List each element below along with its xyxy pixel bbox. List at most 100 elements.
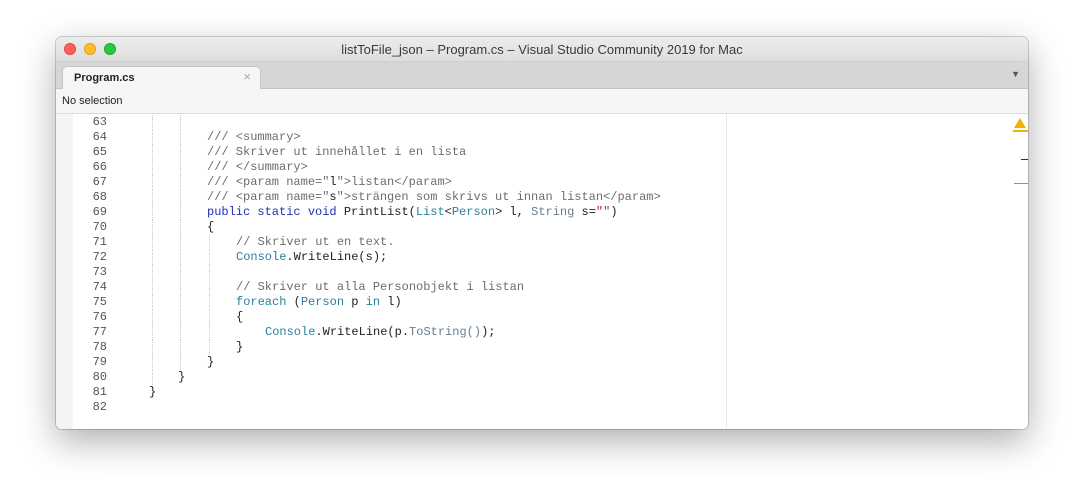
code-line[interactable]: 77 Console.WriteLine(p.ToString()); <box>73 325 726 340</box>
code-token: List <box>415 205 445 219</box>
code-line[interactable]: 69 public static void PrintList(List<Pers… <box>73 205 726 220</box>
code-text: } <box>207 355 214 370</box>
code-token: Console <box>265 325 316 339</box>
indent-guide <box>180 310 181 325</box>
code-text: public static void PrintList(List<Person… <box>207 205 618 220</box>
code-token: ) <box>610 205 618 219</box>
indent-guide <box>152 340 153 355</box>
indent-guide <box>152 235 153 250</box>
code-token: > l, <box>495 205 532 219</box>
code-text: Console.WriteLine(p.ToString()); <box>265 325 495 340</box>
indent-guide <box>180 235 181 250</box>
indent-guide <box>180 175 181 190</box>
warning-icon[interactable] <box>1014 118 1026 128</box>
code-line[interactable]: 65 /// Skriver ut innehållet i en lista <box>73 145 726 160</box>
indent-guide <box>180 280 181 295</box>
code-text: foreach (Person p in l) <box>236 295 402 310</box>
indent-guide <box>180 355 181 370</box>
code-token: } <box>149 385 157 399</box>
code-text: { <box>207 220 214 235</box>
code-line[interactable]: 75 foreach (Person p in l) <box>73 295 726 310</box>
path-bar[interactable]: No selection <box>56 89 1028 114</box>
code-token: s= <box>574 205 596 219</box>
indent-guide <box>209 325 210 340</box>
overview-caret-marker <box>1014 183 1028 184</box>
code-line[interactable]: 70 { <box>73 220 726 235</box>
editor-margin <box>56 114 73 429</box>
code-token: foreach <box>236 295 287 309</box>
tab-program-cs[interactable]: Program.cs × <box>62 66 261 89</box>
line-number: 73 <box>92 265 107 279</box>
indent-guide <box>180 250 181 265</box>
line-number: 69 <box>92 205 107 219</box>
indent-guide <box>152 370 153 385</box>
code-line[interactable]: 66 /// </summary> <box>73 160 726 175</box>
indent-guide <box>152 175 153 190</box>
code-line[interactable]: 64 /// <summary> <box>73 130 726 145</box>
overview-warning-marker[interactable] <box>1013 130 1028 132</box>
indent-guide <box>209 340 210 355</box>
indent-guide <box>152 205 153 220</box>
code-token: Person <box>300 295 345 309</box>
code-line[interactable]: 82 <box>73 400 726 415</box>
code-text: Console.WriteLine(s); <box>236 250 387 265</box>
code-line[interactable]: 67 /// <param name="l">listan</param> <box>73 175 726 190</box>
code-token: "" <box>595 205 611 219</box>
indent-guide <box>209 250 210 265</box>
code-token: /// Skriver ut innehållet i en lista <box>207 145 467 159</box>
code-token: ); <box>481 325 496 339</box>
code-token: < <box>444 205 452 219</box>
indent-guide <box>152 190 153 205</box>
indent-guide <box>209 295 210 310</box>
code-line[interactable]: 72 Console.WriteLine(s); <box>73 250 726 265</box>
line-number: 68 <box>92 190 107 204</box>
code-line[interactable]: 71 // Skriver ut en text. <box>73 235 726 250</box>
code-token: /// </summary> <box>207 160 308 174</box>
indent-guide <box>180 265 181 280</box>
code-token: .WriteLine(s); <box>286 250 388 264</box>
ide-window: listToFile_json – Program.cs – Visual St… <box>56 37 1028 429</box>
code-text: { <box>236 310 243 325</box>
indent-guide <box>209 280 210 295</box>
code-token: /// <summary> <box>207 130 301 144</box>
code-line[interactable]: 81} <box>73 385 726 400</box>
code-token: .WriteLine(p. <box>315 325 410 339</box>
chevron-down-icon[interactable]: ▼ <box>1011 69 1020 79</box>
indent-guide <box>152 295 153 310</box>
line-number: 65 <box>92 145 107 159</box>
code-editor[interactable]: 63 64 /// <summary> 65 /// Skriver ut innehå… <box>56 114 1028 429</box>
code-area[interactable]: 63 64 /// <summary> 65 /// Skriver ut innehå… <box>73 114 726 429</box>
close-icon[interactable]: × <box>243 70 251 84</box>
tab-label: Program.cs <box>74 72 135 84</box>
line-number: 75 <box>92 295 107 309</box>
indent-guide <box>152 160 153 175</box>
code-text: /// Skriver ut innehållet i en lista <box>207 145 466 160</box>
indent-guide <box>180 205 181 220</box>
code-line[interactable]: 73 <box>73 265 726 280</box>
indent-guide <box>180 115 181 130</box>
line-number: 74 <box>92 280 107 294</box>
code-line[interactable]: 76 { <box>73 310 726 325</box>
code-token: s <box>329 190 337 204</box>
code-token: ( <box>286 295 301 309</box>
indent-guide <box>180 325 181 340</box>
code-line[interactable]: 80} <box>73 370 726 385</box>
tab-bar: Program.cs × ▼ <box>56 62 1028 89</box>
code-line[interactable]: 79} <box>73 355 726 370</box>
indent-guide <box>152 145 153 160</box>
code-line[interactable]: 68 /// <param name="s">strängen som skriv… <box>73 190 726 205</box>
code-token: ">strängen som skrivs ut innan listan</p… <box>336 190 661 204</box>
code-line[interactable]: 74 // Skriver ut alla Personobjekt i list… <box>73 280 726 295</box>
indent-guide <box>180 295 181 310</box>
indent-guide <box>152 250 153 265</box>
code-token: { <box>236 310 244 324</box>
code-text: } <box>236 340 243 355</box>
indent-guide <box>152 130 153 145</box>
code-line[interactable]: 78} <box>73 340 726 355</box>
line-number: 80 <box>92 370 107 384</box>
indent-guide <box>152 325 153 340</box>
code-token: } <box>236 340 244 354</box>
indent-guide <box>152 310 153 325</box>
code-line[interactable]: 63 <box>73 115 726 130</box>
code-token: // Skriver ut en text. <box>236 235 395 249</box>
